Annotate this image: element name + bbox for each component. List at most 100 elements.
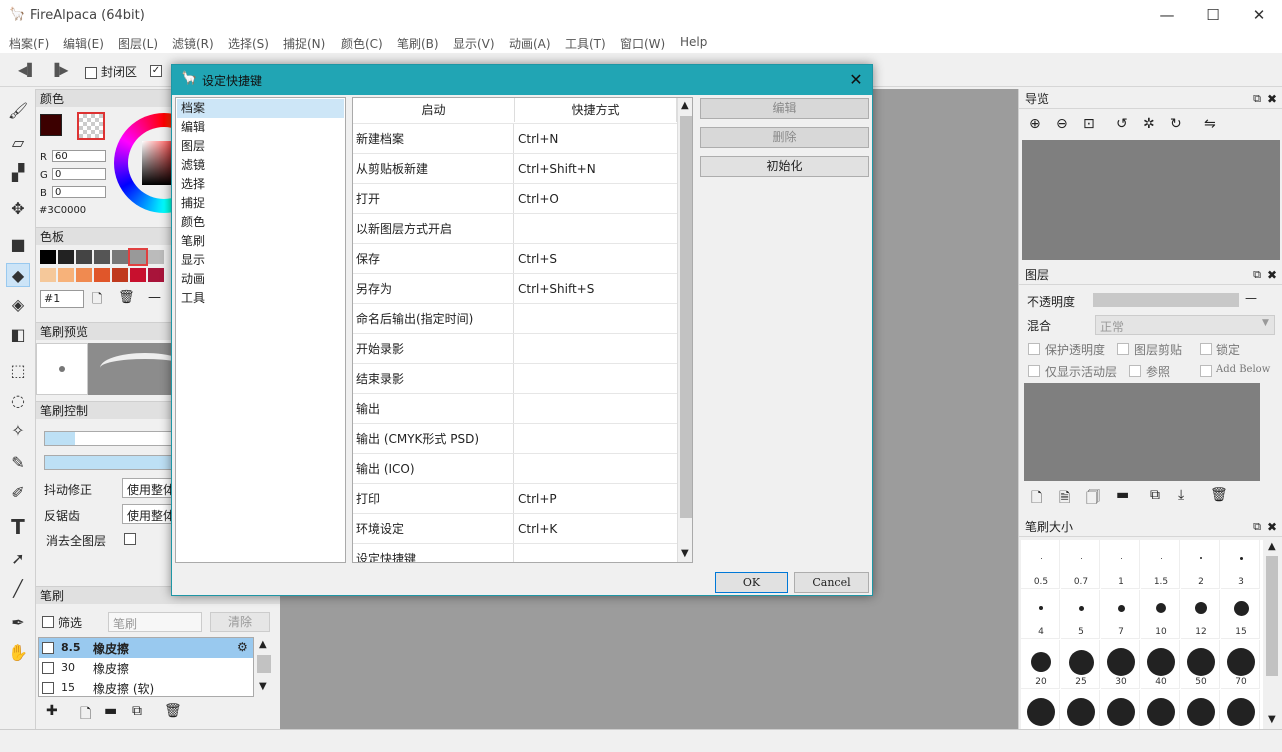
brush-size-grid[interactable]: 0.5 0.7 1 1.5 2 3 4 5 7 10 12 15 20 25 30 40 50 70 — [1021, 540, 1263, 729]
object-tool-icon[interactable]: ◆ — [6, 263, 30, 287]
add-below-checkbox[interactable] — [1200, 365, 1212, 377]
palette-swatch[interactable] — [148, 250, 164, 264]
category-item[interactable]: 编辑 — [177, 118, 344, 137]
filter-checkbox[interactable] — [42, 616, 54, 628]
brush-size-cell[interactable]: 0.7 — [1061, 540, 1100, 589]
shortcut-row[interactable]: 环境设定 Ctrl+K — [353, 513, 677, 544]
zoom-out-icon[interactable]: ⊖ — [1056, 116, 1068, 132]
shortcut-row[interactable]: 从剪贴板新建 Ctrl+Shift+N — [353, 153, 677, 184]
palette-swatch[interactable] — [58, 250, 74, 264]
background-color-swatch[interactable] — [77, 112, 105, 140]
delete-button[interactable]: 删除 — [700, 127, 869, 148]
brush-size-cell[interactable]: 10 — [1141, 590, 1180, 639]
brush-size-cell[interactable]: 4 — [1021, 590, 1060, 639]
clipping-checkbox[interactable] — [1117, 343, 1129, 355]
new-1bit-layer-icon[interactable]: 🗍 — [1086, 487, 1100, 511]
brush-size-cell[interactable]: 15 — [1221, 590, 1260, 639]
palette-swatch[interactable] — [58, 268, 74, 282]
brush-size-cell[interactable]: 0.5 — [1021, 540, 1060, 589]
fill-tool-icon[interactable]: ◈ — [6, 293, 30, 317]
scroll-thumb[interactable] — [680, 116, 692, 518]
brush-size-cell[interactable] — [1221, 690, 1260, 729]
close-panel-icon[interactable]: ✖ — [1267, 265, 1277, 285]
menu-edit[interactable]: 编辑(E) — [63, 35, 104, 52]
palette-select[interactable]: #1 — [40, 290, 84, 308]
brush-size-cell[interactable]: 3 — [1221, 540, 1260, 589]
brush-size-cell[interactable]: 25 — [1061, 640, 1100, 689]
zoom-in-icon[interactable]: ⊕ — [1029, 116, 1041, 132]
brush-filter-input[interactable]: 笔刷 — [108, 612, 202, 632]
magic-wand-icon[interactable]: ✧ — [6, 419, 30, 443]
option-checkbox-checked[interactable]: ✓ — [150, 63, 166, 77]
foreground-color-swatch[interactable] — [40, 114, 62, 136]
menu-filter[interactable]: 滤镜(R) — [172, 35, 214, 52]
category-item[interactable]: 显示 — [177, 251, 344, 270]
float-panel-icon[interactable]: ⧉ — [1253, 265, 1261, 285]
initialize-button[interactable]: 初始化 — [700, 156, 869, 177]
shortcut-row[interactable]: 打开 Ctrl+O — [353, 183, 677, 214]
move-tool-icon[interactable]: ✥ — [6, 197, 30, 221]
new-layer-icon[interactable]: 🗋 — [1031, 487, 1042, 511]
brush-size-scrollbar[interactable]: ▲ ▼ — [1263, 540, 1281, 729]
brush-size-slider[interactable] — [44, 431, 174, 446]
brush-size-cell[interactable] — [1021, 690, 1060, 729]
r-input[interactable]: 60 — [52, 150, 106, 162]
cancel-button[interactable]: Cancel — [794, 572, 869, 593]
edit-button[interactable]: 编辑 — [700, 98, 869, 119]
category-item[interactable]: 选择 — [177, 175, 344, 194]
menu-view[interactable]: 显示(V) — [453, 35, 495, 52]
select-tool-icon[interactable]: ⬚ — [6, 359, 30, 383]
brush-opacity-slider[interactable] — [44, 455, 174, 470]
brush-size-cell[interactable] — [1141, 690, 1180, 729]
divide-tool-icon[interactable]: ╱ — [6, 577, 30, 601]
opacity-slider[interactable] — [1093, 293, 1239, 307]
shortcut-row[interactable]: 设定快捷键 — [353, 543, 677, 562]
eyedropper-icon[interactable]: ✒ — [6, 611, 30, 635]
scroll-down-icon[interactable]: ▼ — [681, 548, 689, 559]
navigator-preview[interactable] — [1022, 140, 1280, 260]
float-panel-icon[interactable]: ⧉ — [1253, 89, 1261, 109]
hand-tool-icon[interactable]: ✋ — [6, 641, 30, 665]
brush-size-cell[interactable]: 1.5 — [1141, 540, 1180, 589]
palette-swatch[interactable] — [94, 250, 110, 264]
select-eraser-icon[interactable]: ✐ — [6, 481, 30, 505]
next-icon[interactable]: ▐▶ — [50, 63, 68, 77]
reference-checkbox[interactable] — [1129, 365, 1141, 377]
brush-size-cell[interactable]: 12 — [1181, 590, 1220, 639]
closed-area-option[interactable]: 封闭区 — [85, 63, 137, 80]
dialog-close-button[interactable]: ✕ — [840, 65, 872, 95]
active-only-checkbox[interactable] — [1028, 365, 1040, 377]
category-item[interactable]: 工具 — [177, 289, 344, 308]
palette-swatch[interactable] — [130, 268, 146, 282]
shortcut-row[interactable]: 输出 — [353, 393, 677, 424]
lasso-tool-icon[interactable]: ◌ — [6, 389, 30, 413]
palette-swatch[interactable] — [40, 250, 56, 264]
dot-tool-icon[interactable]: ▞ — [6, 161, 30, 185]
palette-swatch[interactable] — [128, 248, 148, 266]
category-item[interactable]: 笔刷 — [177, 232, 344, 251]
column-header-action[interactable]: 启动 — [353, 98, 515, 122]
brush-item[interactable]: 15 橡皮擦 (软) — [39, 678, 253, 698]
brush-item[interactable]: 30 橡皮擦 — [39, 658, 253, 678]
minimize-button[interactable]: — — [1144, 0, 1190, 31]
shortcut-row[interactable]: 另存为 Ctrl+Shift+S — [353, 273, 677, 304]
brush-size-cell[interactable]: 20 — [1021, 640, 1060, 689]
delete-layer-icon[interactable]: 🗑 — [1210, 487, 1228, 503]
category-item[interactable]: 图层 — [177, 137, 344, 156]
palette-swatch[interactable] — [76, 250, 92, 264]
shortcut-row[interactable]: 开始录影 — [353, 333, 677, 364]
ok-button[interactable]: OK — [715, 572, 788, 593]
close-panel-icon[interactable]: ✖ — [1267, 517, 1277, 537]
brush-size-cell[interactable]: 50 — [1181, 640, 1220, 689]
column-header-shortcut[interactable]: 快捷方式 — [515, 98, 677, 122]
layer-list[interactable] — [1024, 383, 1260, 481]
eraser-tool-icon[interactable]: ▱ — [6, 131, 30, 155]
brush-size-cell[interactable] — [1101, 690, 1140, 729]
palette-swatch[interactable] — [76, 268, 92, 282]
duplicate-brush-icon[interactable]: ⧉ — [132, 703, 142, 719]
palette-swatch[interactable] — [94, 268, 110, 282]
shortcut-row[interactable]: 输出 (CMYK形式 PSD) — [353, 423, 677, 454]
palette-swatch[interactable] — [112, 268, 128, 282]
table-scrollbar[interactable]: ▲ ▼ — [677, 98, 692, 562]
brush-size-cell[interactable]: 70 — [1221, 640, 1260, 689]
